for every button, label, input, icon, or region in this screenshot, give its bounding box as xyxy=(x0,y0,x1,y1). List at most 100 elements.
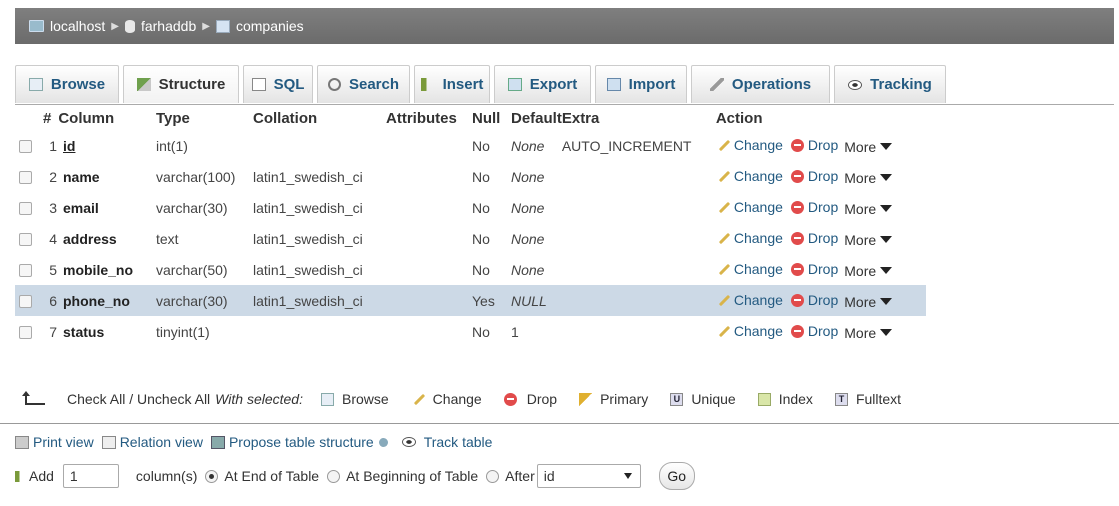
after-radio[interactable] xyxy=(486,469,500,483)
more-button[interactable]: More xyxy=(844,232,893,248)
with-selected-drop-label: Drop xyxy=(526,391,558,407)
drop-label: Drop xyxy=(807,323,839,339)
drop-button[interactable]: Drop xyxy=(783,292,838,308)
drop-button[interactable]: Drop xyxy=(783,261,838,277)
pencil-icon xyxy=(716,138,730,152)
column-null: No xyxy=(472,261,490,278)
breadcrumb-database-label[interactable]: farhaddb xyxy=(141,18,196,34)
drop-button[interactable]: Drop xyxy=(783,199,838,215)
change-button[interactable]: Change xyxy=(716,168,783,184)
with-selected-index-button[interactable]: Index xyxy=(757,391,813,407)
with-selected-drop-button[interactable]: Drop xyxy=(503,391,558,407)
row-actions: Change Drop More xyxy=(716,223,926,254)
column-extra xyxy=(562,254,716,285)
column-default: None xyxy=(511,199,545,216)
with-selected-unique-label: Unique xyxy=(691,391,736,407)
more-button[interactable]: More xyxy=(844,263,893,279)
drop-label: Drop xyxy=(807,261,839,277)
tab-operations[interactable]: Operations xyxy=(691,65,830,103)
with-selected-fulltext-button[interactable]: T Fulltext xyxy=(834,391,901,407)
breadcrumb-table[interactable]: companies xyxy=(215,18,304,34)
print-view-link[interactable]: Print view xyxy=(15,434,94,450)
propose-structure-icon xyxy=(210,435,225,449)
change-button[interactable]: Change xyxy=(716,261,783,277)
dropdown-arrow-icon xyxy=(880,205,893,212)
tab-bar: Browse Structure SQL Search Insert Expor… xyxy=(15,64,1114,105)
column-attributes xyxy=(386,161,472,192)
more-button[interactable]: More xyxy=(844,325,893,341)
with-selected-change-button[interactable]: Change xyxy=(411,391,482,407)
go-button[interactable]: Go xyxy=(658,462,695,490)
at-beginning-label[interactable]: At Beginning of Table xyxy=(346,468,478,484)
breadcrumb-server[interactable]: localhost xyxy=(29,18,105,34)
with-selected-primary-button[interactable]: Primary xyxy=(579,391,648,407)
change-label: Change xyxy=(733,229,783,246)
row-checkbox[interactable] xyxy=(19,202,32,216)
tab-search[interactable]: Search xyxy=(317,65,410,103)
tab-tracking[interactable]: Tracking xyxy=(834,65,946,103)
more-button[interactable]: More xyxy=(844,170,893,186)
drop-button[interactable]: Drop xyxy=(783,230,838,246)
drop-icon xyxy=(790,231,804,245)
breadcrumb-table-label[interactable]: companies xyxy=(236,18,304,34)
column-type: varchar(30) xyxy=(156,285,253,316)
track-table-link[interactable]: Track table xyxy=(401,434,492,450)
dropdown-arrow-icon xyxy=(880,236,893,243)
change-button[interactable]: Change xyxy=(716,292,783,308)
divider xyxy=(0,423,1119,424)
column-default: None xyxy=(511,230,545,247)
tab-insert[interactable]: Insert xyxy=(414,65,490,103)
header-default: Default xyxy=(511,110,562,127)
column-type: text xyxy=(156,230,179,247)
column-attributes xyxy=(386,223,472,254)
breadcrumb-database[interactable]: farhaddb xyxy=(124,18,196,34)
tab-sql-label: SQL xyxy=(273,76,305,93)
add-column-count-input[interactable] xyxy=(62,464,119,488)
check-all-link[interactable]: Check All / Uncheck All xyxy=(67,391,210,407)
more-button[interactable]: More xyxy=(844,139,893,155)
column-name[interactable]: id xyxy=(63,138,75,154)
change-button[interactable]: Change xyxy=(716,199,783,215)
propose-structure-link[interactable]: Propose table structure xyxy=(210,434,394,450)
column-name: phone_no xyxy=(63,292,130,309)
with-selected-browse-label: Browse xyxy=(341,391,389,407)
change-button[interactable]: Change xyxy=(716,137,783,153)
breadcrumb: localhost ▶ farhaddb ▶ companies xyxy=(15,8,1114,44)
at-end-label[interactable]: At End of Table xyxy=(224,468,319,484)
with-selected-browse-button[interactable]: Browse xyxy=(320,391,389,407)
column-default: None xyxy=(511,168,545,185)
after-column-select[interactable]: id xyxy=(536,464,641,488)
tab-browse[interactable]: Browse xyxy=(15,65,119,103)
row-checkbox[interactable] xyxy=(19,295,32,309)
row-checkbox[interactable] xyxy=(19,171,32,185)
drop-button[interactable]: Drop xyxy=(783,323,838,339)
tab-import[interactable]: Import xyxy=(595,65,687,103)
more-button[interactable]: More xyxy=(844,294,893,310)
help-icon[interactable] xyxy=(378,437,388,447)
tab-structure[interactable]: Structure xyxy=(123,65,239,103)
breadcrumb-separator-icon: ▶ xyxy=(111,20,119,32)
change-button[interactable]: Change xyxy=(716,230,783,246)
row-checkbox[interactable] xyxy=(19,140,32,154)
drop-button[interactable]: Drop xyxy=(783,168,838,184)
more-button[interactable]: More xyxy=(844,201,893,217)
column-type: varchar(100) xyxy=(156,168,236,185)
relation-view-link[interactable]: Relation view xyxy=(101,434,203,450)
after-label[interactable]: After xyxy=(505,468,535,484)
at-end-radio[interactable] xyxy=(205,469,219,483)
header-attributes: Attributes xyxy=(386,110,457,127)
column-collation: latin1_swedish_ci xyxy=(253,230,363,247)
with-selected-unique-button[interactable]: U Unique xyxy=(670,391,736,407)
at-beginning-radio[interactable] xyxy=(327,469,341,483)
row-checkbox[interactable] xyxy=(19,264,32,278)
change-label: Change xyxy=(733,322,783,339)
change-button[interactable]: Change xyxy=(716,323,783,339)
drop-button[interactable]: Drop xyxy=(783,137,838,153)
row-checkbox[interactable] xyxy=(19,233,32,247)
column-attributes xyxy=(386,130,472,161)
row-checkbox[interactable] xyxy=(19,326,32,340)
header-column-label: Column xyxy=(58,110,115,127)
tab-sql[interactable]: SQL xyxy=(243,65,313,103)
breadcrumb-server-label[interactable]: localhost xyxy=(50,18,105,34)
tab-export[interactable]: Export xyxy=(494,65,591,103)
